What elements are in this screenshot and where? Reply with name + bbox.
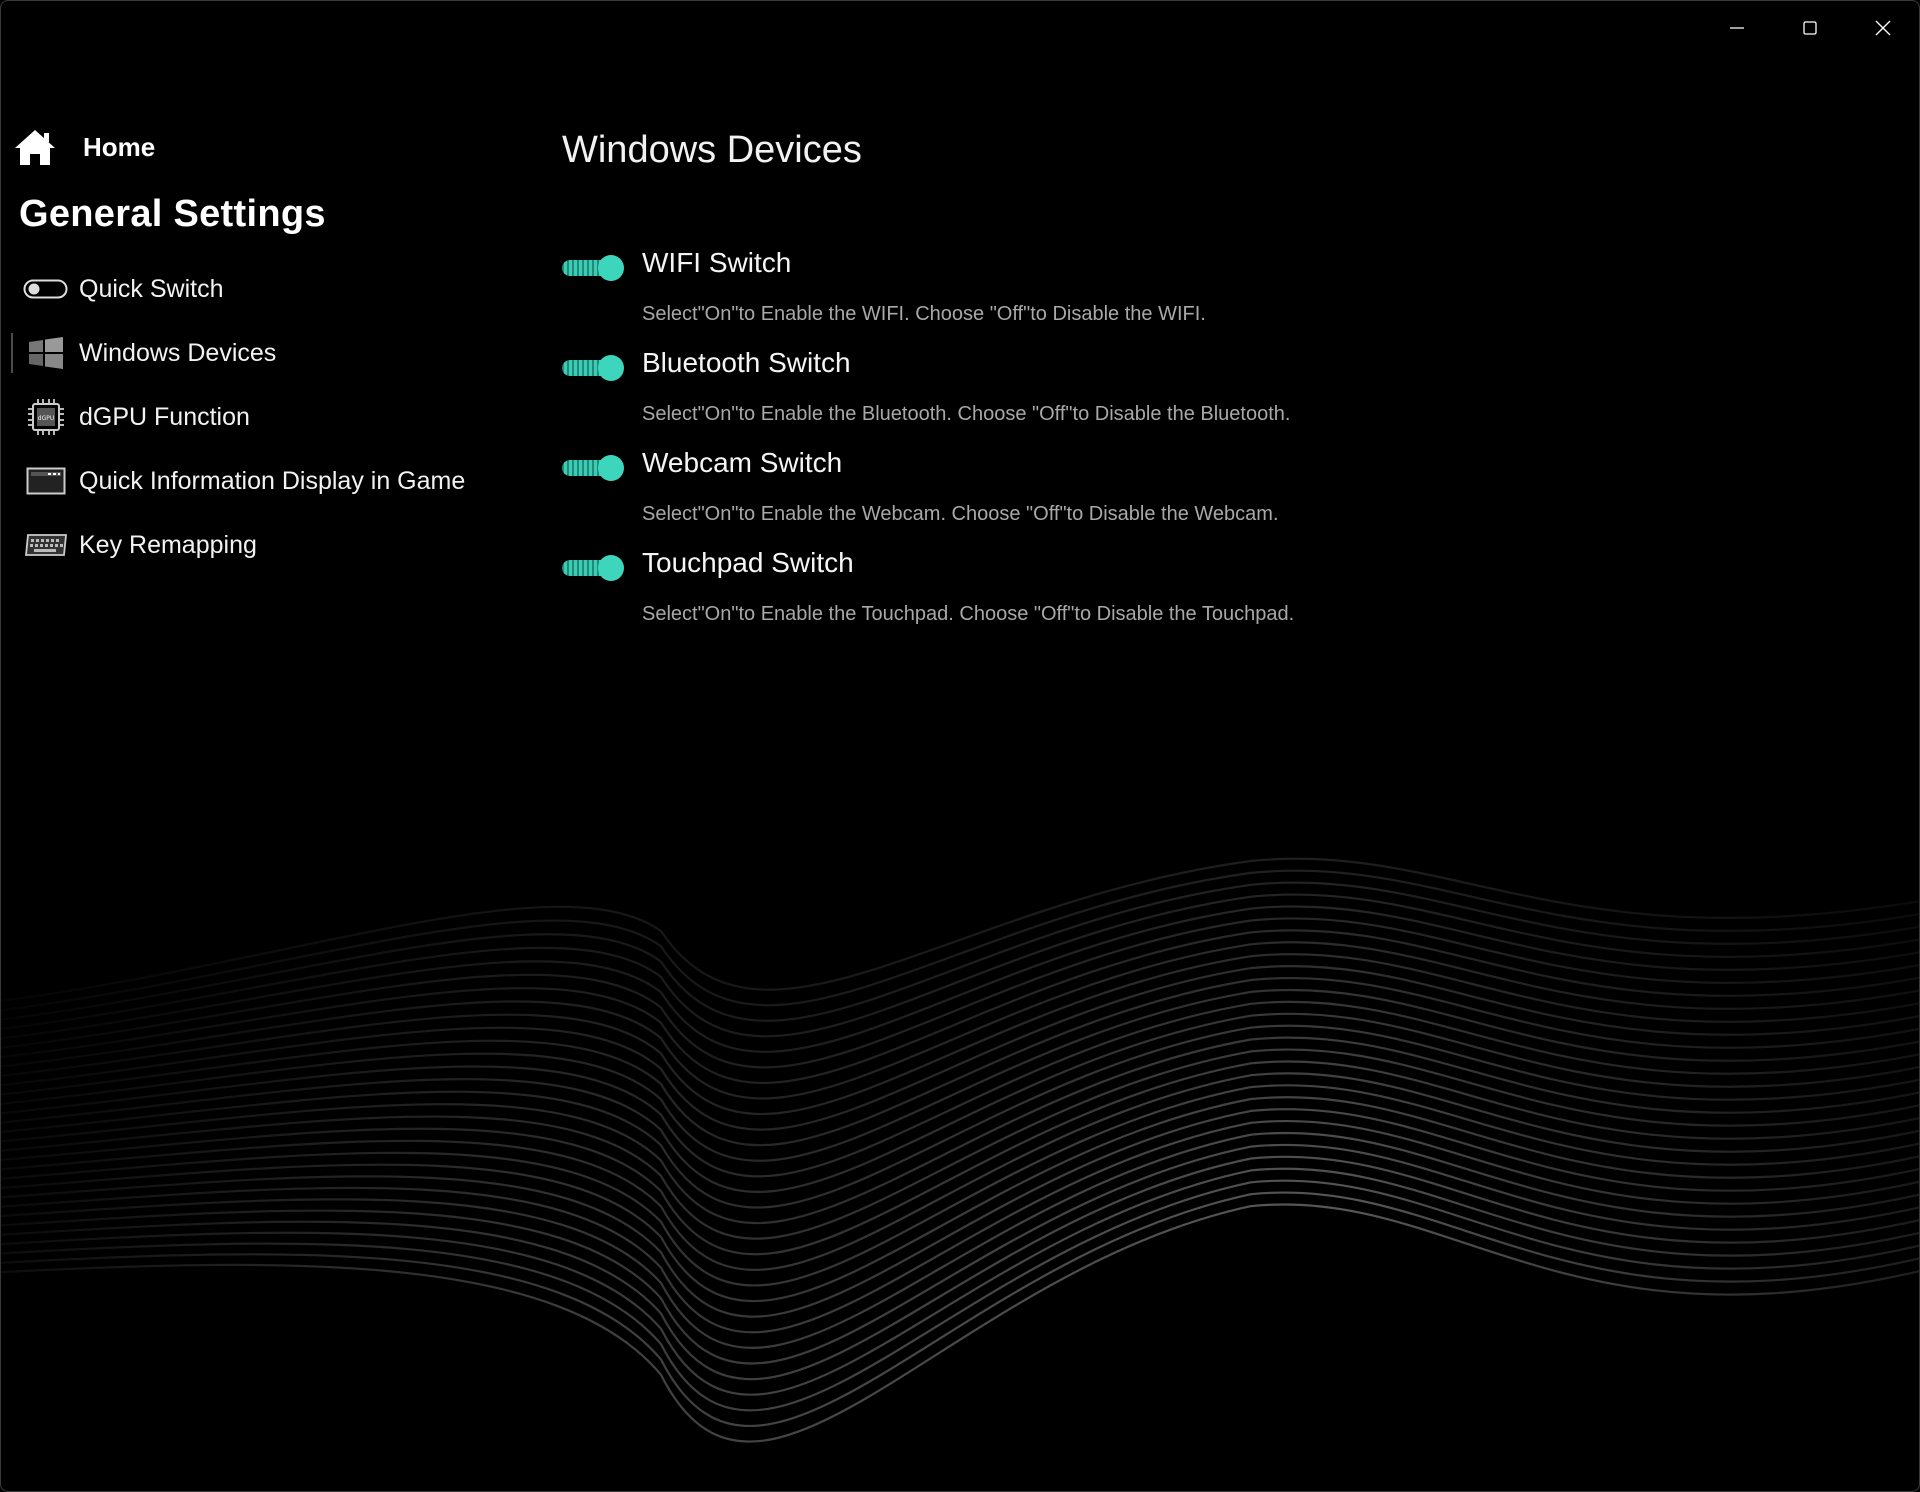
wave-line bbox=[1, 1000, 1919, 1178]
wave-line bbox=[1, 1024, 1919, 1209]
sidebar-item-label: dGPU Function bbox=[79, 402, 250, 431]
wave-line bbox=[1, 1084, 1919, 1287]
display-icon bbox=[23, 461, 69, 501]
wave-line bbox=[1, 1048, 1919, 1240]
wave-line bbox=[1, 988, 1919, 1162]
wave-line bbox=[1, 976, 1919, 1147]
wave-line bbox=[1, 1072, 1919, 1271]
wave-line bbox=[1, 881, 1919, 1022]
setting-description: Select"On"to Enable the Touchpad. Choose… bbox=[642, 603, 1295, 625]
wave-line bbox=[1, 941, 1919, 1100]
setting-wifi: WIFI Switch Select"On"to Enable the WIFI… bbox=[562, 243, 1762, 343]
wave-line bbox=[1, 1036, 1919, 1224]
wave-line bbox=[1, 1119, 1919, 1334]
webcam-toggle[interactable] bbox=[562, 455, 626, 481]
toggle-knob bbox=[598, 555, 624, 581]
wave-line bbox=[1, 1096, 1919, 1303]
sidebar-item-label: Windows Devices bbox=[79, 338, 277, 367]
maximize-button[interactable] bbox=[1773, 1, 1846, 55]
minimize-icon bbox=[1729, 27, 1744, 29]
sidebar-item-key-remapping[interactable]: Key Remapping bbox=[1, 513, 501, 577]
toggle-knob bbox=[598, 355, 624, 381]
wave-line bbox=[1, 1060, 1919, 1256]
page-title: Windows Devices bbox=[562, 129, 862, 171]
sidebar-item-label: Quick Information Display in Game bbox=[79, 466, 466, 495]
setting-title: WIFI Switch bbox=[642, 247, 792, 278]
wave-line bbox=[1, 1012, 1919, 1193]
wave-line bbox=[1, 964, 1919, 1131]
setting-webcam: Webcam Switch Select"On"to Enable the We… bbox=[562, 443, 1762, 543]
gpu-chip-icon: dGPU bbox=[23, 397, 69, 437]
keyboard-icon bbox=[23, 525, 69, 565]
setting-title: Touchpad Switch bbox=[642, 547, 854, 578]
wave-line bbox=[1, 1167, 1919, 1396]
wave-line bbox=[1, 1203, 1919, 1443]
app-window: Home General Settings Quick Switch Windo… bbox=[0, 0, 1920, 1492]
wave-line bbox=[1, 857, 1919, 1003]
wave-line bbox=[1, 869, 1919, 1012]
minimize-button[interactable] bbox=[1700, 1, 1773, 55]
maximize-icon bbox=[1802, 21, 1817, 35]
setting-title: Bluetooth Switch bbox=[642, 347, 851, 378]
wave-line bbox=[1, 1131, 1919, 1349]
bluetooth-toggle[interactable] bbox=[562, 355, 626, 381]
wave-line bbox=[1, 893, 1919, 1038]
toggle-icon bbox=[23, 269, 69, 309]
wave-line bbox=[1, 1155, 1919, 1381]
setting-description: Select"On"to Enable the Webcam. Choose "… bbox=[642, 503, 1279, 525]
toggle-knob bbox=[598, 255, 624, 281]
wave-line bbox=[1, 1179, 1919, 1412]
titlebar-controls bbox=[1700, 1, 1919, 55]
close-button[interactable] bbox=[1846, 1, 1919, 55]
wave-line bbox=[1, 1108, 1919, 1318]
home-icon bbox=[13, 127, 57, 167]
wifi-toggle[interactable] bbox=[562, 255, 626, 281]
home-link[interactable]: Home bbox=[13, 127, 155, 167]
setting-description: Select"On"to Enable the Bluetooth. Choos… bbox=[642, 403, 1291, 425]
windows-icon bbox=[23, 333, 69, 373]
toggle-knob bbox=[598, 455, 624, 481]
setting-bluetooth: Bluetooth Switch Select"On"to Enable the… bbox=[562, 343, 1762, 443]
touchpad-toggle[interactable] bbox=[562, 555, 626, 581]
sidebar-item-label: Key Remapping bbox=[79, 530, 257, 559]
svg-text:dGPU: dGPU bbox=[38, 415, 54, 422]
wave-line bbox=[1, 905, 1919, 1053]
sidebar-item-dgpu-function[interactable]: dGPU dGPU Function bbox=[1, 385, 501, 449]
home-label: Home bbox=[83, 131, 156, 162]
setting-description: Select"On"to Enable the WIFI. Choose "Of… bbox=[642, 303, 1206, 325]
sidebar-nav: Quick Switch Windows Devices dGPU dGPU F… bbox=[1, 257, 501, 577]
wave-line bbox=[1, 929, 1919, 1084]
setting-title: Webcam Switch bbox=[642, 447, 843, 478]
sidebar-item-quick-switch[interactable]: Quick Switch bbox=[1, 257, 501, 321]
setting-touchpad: Touchpad Switch Select"On"to Enable the … bbox=[562, 543, 1762, 643]
wave-line bbox=[1, 917, 1919, 1069]
section-title: General Settings bbox=[19, 193, 326, 235]
close-icon bbox=[1875, 20, 1890, 36]
wave-line bbox=[1, 1191, 1919, 1428]
sidebar-item-quick-information-display[interactable]: Quick Information Display in Game bbox=[1, 449, 501, 513]
wave-line bbox=[1, 953, 1919, 1115]
wave-line bbox=[1, 1143, 1919, 1365]
sidebar-item-windows-devices[interactable]: Windows Devices bbox=[1, 321, 501, 385]
sidebar-item-label: Quick Switch bbox=[79, 274, 224, 303]
settings-list: WIFI Switch Select"On"to Enable the WIFI… bbox=[562, 243, 1762, 643]
